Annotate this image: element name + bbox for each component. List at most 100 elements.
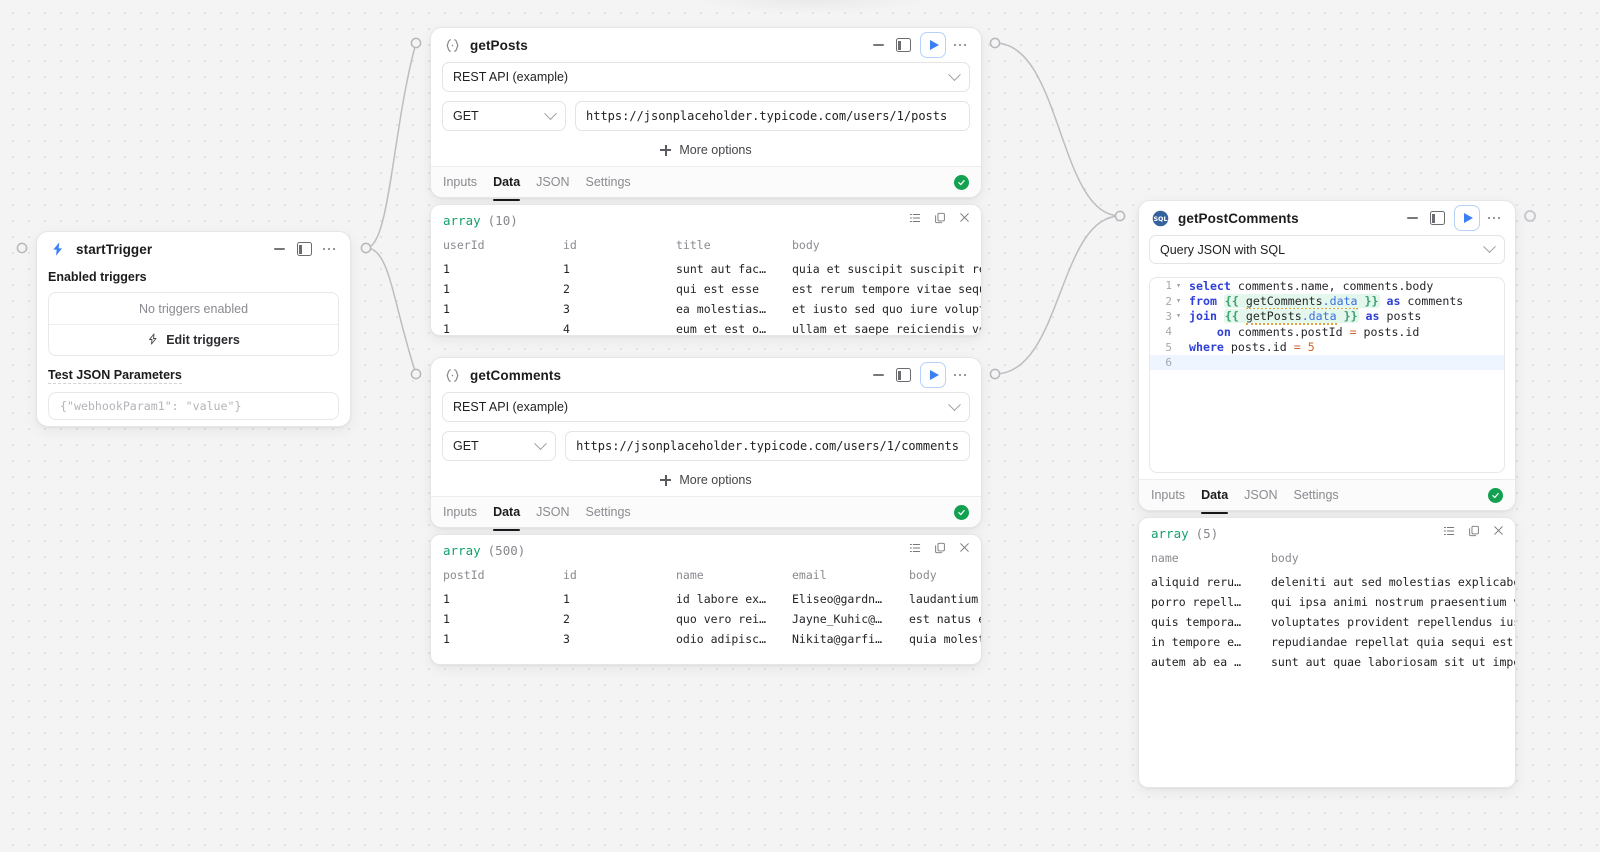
fold-chevron-icon[interactable]: ▾ bbox=[1172, 296, 1185, 306]
format-list-icon[interactable] bbox=[908, 541, 922, 560]
fold-chevron-icon[interactable]: ▾ bbox=[1172, 281, 1185, 291]
code-braces-icon bbox=[443, 36, 461, 54]
col-body: body bbox=[909, 568, 937, 582]
tab-settings[interactable]: Settings bbox=[1294, 482, 1339, 508]
cell: 1 bbox=[443, 612, 450, 626]
get-post-comments-integration-select[interactable]: Query JSON with SQL bbox=[1149, 235, 1505, 264]
cell: qui ipsa animi nostrum praesentium vol… bbox=[1271, 595, 1515, 609]
close-icon[interactable] bbox=[958, 211, 971, 229]
cell: laudantium enim qua… bbox=[909, 592, 981, 606]
svg-text:SQL: SQL bbox=[1153, 215, 1167, 223]
get-posts-header: getPosts bbox=[431, 28, 981, 62]
cell: Jayne_Kuhic@… bbox=[792, 612, 883, 626]
table-row: 1 1 sunt aut fac… quia et suscipit suscipit… bbox=[431, 259, 981, 279]
more-menu-button[interactable] bbox=[949, 364, 971, 386]
get-post-comments-tabs[interactable]: Inputs Data JSON Settings bbox=[1139, 479, 1515, 514]
cell: 1 bbox=[443, 632, 450, 646]
format-list-icon[interactable] bbox=[1442, 524, 1456, 543]
more-menu-button[interactable] bbox=[318, 238, 340, 260]
node-start-trigger[interactable]: startTrigger Enabled triggers No trigger… bbox=[36, 231, 351, 427]
table-header-row: userId id title body bbox=[431, 235, 981, 259]
fold-chevron-icon[interactable]: ▾ bbox=[1172, 311, 1185, 321]
cell: aliquid reru… bbox=[1151, 575, 1242, 589]
node-get-comments[interactable]: getComments REST API (example) GET https… bbox=[430, 357, 982, 531]
get-posts-url-input[interactable]: https://jsonplaceholder.typicode.com/use… bbox=[575, 101, 970, 131]
result-get-comments-header: array (500) bbox=[431, 535, 981, 565]
cell: eum et est o… bbox=[676, 322, 767, 336]
tab-inputs[interactable]: Inputs bbox=[443, 499, 477, 525]
result-type: array bbox=[443, 212, 481, 228]
minimize-button[interactable] bbox=[867, 34, 889, 56]
chevron-down-icon bbox=[948, 67, 961, 81]
tab-data[interactable]: Data bbox=[1201, 482, 1229, 514]
sql-icon: SQL bbox=[1151, 209, 1169, 227]
get-posts-tabs[interactable]: Inputs Data JSON Settings bbox=[431, 166, 981, 201]
cell: odio adipisc… bbox=[676, 632, 767, 646]
close-icon[interactable] bbox=[1492, 524, 1505, 542]
minimize-button[interactable] bbox=[867, 364, 889, 386]
tab-json[interactable]: JSON bbox=[536, 169, 569, 195]
tab-data[interactable]: Data bbox=[493, 169, 521, 201]
get-comments-method-select[interactable]: GET bbox=[442, 431, 557, 461]
cell: 2 bbox=[563, 612, 570, 626]
test-json-parameters-input[interactable]: {"webhookParam1": "value"} bbox=[48, 392, 339, 420]
line-number: 6 bbox=[1165, 356, 1172, 370]
result-get-comments[interactable]: array (500) postId id name email body 11… bbox=[430, 534, 982, 665]
status-badge-success bbox=[1488, 487, 1503, 503]
run-button[interactable] bbox=[920, 362, 946, 388]
status-badge-success bbox=[954, 174, 969, 190]
more-menu-button[interactable] bbox=[949, 34, 971, 56]
cell: quia molestiae repr… bbox=[909, 632, 981, 646]
run-button[interactable] bbox=[1454, 205, 1480, 231]
get-comments-url-input[interactable]: https://jsonplaceholder.typicode.com/use… bbox=[565, 431, 970, 461]
cell: 1 bbox=[443, 302, 450, 316]
col-userId: userId bbox=[443, 238, 485, 252]
copy-icon[interactable] bbox=[933, 211, 947, 230]
tab-settings[interactable]: Settings bbox=[586, 499, 631, 525]
start-trigger-title: startTrigger bbox=[76, 241, 153, 257]
sql-editor[interactable]: 1 ▾ select comments.name, comments.body … bbox=[1149, 277, 1505, 473]
cell: ullam et saepe reiciendis voluptat… bbox=[792, 322, 981, 336]
copy-icon[interactable] bbox=[1467, 524, 1481, 543]
result-get-post-comments[interactable]: array (5) name body aliquid reru… delenit… bbox=[1138, 517, 1516, 788]
copy-icon[interactable] bbox=[933, 541, 947, 560]
sql-line-5: 5 where posts.id = 5 bbox=[1150, 340, 1504, 355]
get-comments-integration-select[interactable]: REST API (example) bbox=[442, 392, 970, 422]
get-posts-method-select[interactable]: GET bbox=[442, 101, 566, 131]
result-count: (10) bbox=[487, 212, 518, 228]
get-comments-tabs[interactable]: Inputs Data JSON Settings bbox=[431, 496, 981, 531]
line-number: 4 bbox=[1165, 325, 1172, 339]
get-post-comments-title: getPostComments bbox=[1178, 210, 1299, 226]
panel-toggle-button[interactable] bbox=[1426, 207, 1448, 229]
panel-toggle-button[interactable] bbox=[892, 364, 914, 386]
table-row: 1 3 odio adipisc… Nikita@garfi… quia molesti… bbox=[431, 629, 981, 649]
tab-inputs[interactable]: Inputs bbox=[1151, 482, 1185, 508]
tab-json[interactable]: JSON bbox=[536, 499, 569, 525]
col-email: email bbox=[792, 568, 827, 582]
get-comments-more-options-button[interactable]: More options bbox=[442, 466, 970, 494]
format-list-icon[interactable] bbox=[908, 211, 922, 230]
close-icon[interactable] bbox=[958, 541, 971, 559]
col-body: body bbox=[1271, 551, 1299, 565]
result-get-posts[interactable]: array (10) userId id title body 1 1 sunt a… bbox=[430, 204, 982, 336]
node-get-post-comments[interactable]: SQL getPostComments Query JSON with SQL … bbox=[1138, 200, 1516, 514]
run-button[interactable] bbox=[920, 32, 946, 58]
minimize-button[interactable] bbox=[1401, 207, 1423, 229]
edit-triggers-button[interactable]: Edit triggers bbox=[49, 324, 338, 355]
tab-data[interactable]: Data bbox=[493, 499, 521, 531]
cell: 1 bbox=[563, 592, 570, 606]
panel-toggle-button[interactable] bbox=[293, 238, 315, 260]
tab-settings[interactable]: Settings bbox=[586, 169, 631, 195]
minimize-button[interactable] bbox=[268, 238, 290, 260]
get-posts-more-options-button[interactable]: More options bbox=[442, 136, 970, 164]
cell: sunt aut fac… bbox=[676, 262, 767, 276]
tab-inputs[interactable]: Inputs bbox=[443, 169, 477, 195]
lightning-bolt-small-icon bbox=[147, 333, 159, 348]
cell: quo vero rei… bbox=[676, 612, 767, 626]
table-row: porro repell… qui ipsa animi nostrum prae… bbox=[1139, 592, 1515, 612]
get-posts-integration-select[interactable]: REST API (example) bbox=[442, 62, 970, 92]
tab-json[interactable]: JSON bbox=[1244, 482, 1277, 508]
node-get-posts[interactable]: getPosts REST API (example) GET https://… bbox=[430, 27, 982, 201]
more-menu-button[interactable] bbox=[1483, 207, 1505, 229]
panel-toggle-button[interactable] bbox=[892, 34, 914, 56]
